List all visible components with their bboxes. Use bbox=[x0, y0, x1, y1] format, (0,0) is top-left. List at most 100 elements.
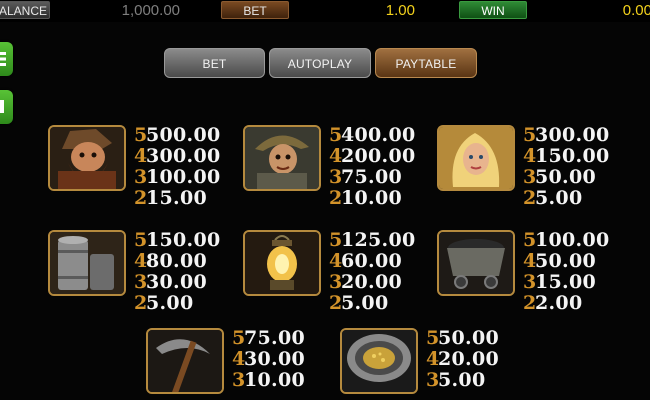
pay-row: 460.00 bbox=[329, 251, 416, 272]
symbol-count: 3 bbox=[523, 271, 537, 293]
pay-row: 4200.00 bbox=[329, 146, 416, 167]
symbol-count: 4 bbox=[134, 145, 148, 167]
symbol-count: 5 bbox=[523, 124, 537, 146]
payout-amount: 5.00 bbox=[535, 187, 583, 209]
payout-amount: 50.00 bbox=[438, 327, 499, 349]
pay-row: 5100.00 bbox=[523, 230, 610, 251]
symbol-count: 4 bbox=[232, 348, 246, 370]
payout-amount: 100.00 bbox=[535, 229, 610, 251]
payout-amount: 15.00 bbox=[535, 271, 596, 293]
pay-row: 320.00 bbox=[329, 272, 416, 293]
symbol-count: 2 bbox=[523, 187, 537, 209]
symbol-count: 4 bbox=[523, 250, 537, 272]
pay-row: 5125.00 bbox=[329, 230, 416, 251]
symbol-count: 4 bbox=[426, 348, 440, 370]
symbol-count: 3 bbox=[329, 271, 343, 293]
pay-row: 310.00 bbox=[232, 370, 305, 391]
symbol-count: 2 bbox=[329, 292, 343, 314]
payout-amount: 500.00 bbox=[146, 124, 221, 146]
symbol-count: 4 bbox=[329, 145, 343, 167]
payout-amount: 5.00 bbox=[438, 369, 486, 391]
miner-with-hat-icon bbox=[243, 125, 321, 191]
bearded-miner-icon bbox=[48, 125, 126, 191]
tab-autoplay[interactable]: AUTOPLAY bbox=[269, 48, 371, 78]
payout-amount: 300.00 bbox=[146, 145, 221, 167]
symbol-count: 5 bbox=[232, 327, 246, 349]
pay-row: 4300.00 bbox=[134, 146, 221, 167]
gold-pan-icon bbox=[340, 328, 418, 394]
payout-amount: 150.00 bbox=[146, 229, 221, 251]
payout-amount: 10.00 bbox=[244, 369, 305, 391]
payout-amount: 20.00 bbox=[438, 348, 499, 370]
pay-row: 35.00 bbox=[426, 370, 499, 391]
payout-amount: 30.00 bbox=[244, 348, 305, 370]
symbol-count: 3 bbox=[329, 166, 343, 188]
payout-amount: 5.00 bbox=[146, 292, 194, 314]
balance-label: ALANCE bbox=[0, 1, 50, 19]
coal-mine-cart-icon bbox=[437, 230, 515, 296]
symbol-count: 5 bbox=[523, 229, 537, 251]
payout-amount: 300.00 bbox=[535, 124, 610, 146]
payout-amount: 100.00 bbox=[146, 166, 221, 188]
payout-amount: 80.00 bbox=[146, 250, 207, 272]
pay-row: 5400.00 bbox=[329, 125, 416, 146]
payout-amount: 5.00 bbox=[341, 292, 389, 314]
payout-amount: 30.00 bbox=[146, 271, 207, 293]
payout-amount: 200.00 bbox=[341, 145, 416, 167]
tab-bet[interactable]: BET bbox=[164, 48, 265, 78]
add-tab[interactable] bbox=[0, 90, 13, 124]
bet-value: 1.00 bbox=[385, 2, 415, 19]
payout-amount: 150.00 bbox=[535, 145, 610, 167]
symbol-count: 3 bbox=[426, 369, 440, 391]
pay-row: 420.00 bbox=[426, 349, 499, 370]
pay-row: 5300.00 bbox=[523, 125, 610, 146]
symbol-count: 4 bbox=[329, 250, 343, 272]
payout-amount: 50.00 bbox=[535, 250, 596, 272]
symbol-count: 5 bbox=[329, 124, 343, 146]
oil-lantern-icon bbox=[243, 230, 321, 296]
blonde-woman-icon bbox=[437, 125, 515, 191]
pay-row: 25.00 bbox=[134, 293, 221, 314]
top-bar: ALANCE 1,000.00 BET 1.00 WIN 0.00 bbox=[0, 0, 650, 22]
pay-row: 550.00 bbox=[426, 328, 499, 349]
payout-amount: 75.00 bbox=[341, 166, 402, 188]
pay-row: 22.00 bbox=[523, 293, 610, 314]
pay-row: 450.00 bbox=[523, 251, 610, 272]
payout-amount: 400.00 bbox=[341, 124, 416, 146]
symbol-count: 2 bbox=[134, 187, 148, 209]
pay-row: 215.00 bbox=[134, 188, 221, 209]
pay-row: 25.00 bbox=[329, 293, 416, 314]
symbol-count: 3 bbox=[134, 166, 148, 188]
win-value: 0.00 bbox=[622, 2, 650, 19]
menu-tab[interactable] bbox=[0, 42, 13, 76]
pay-row: 480.00 bbox=[134, 251, 221, 272]
tab-paytable[interactable]: PAYTABLE bbox=[375, 48, 477, 78]
pay-row: 375.00 bbox=[329, 167, 416, 188]
payout-amount: 15.00 bbox=[146, 187, 207, 209]
plus-icon bbox=[0, 100, 6, 113]
pay-row: 5500.00 bbox=[134, 125, 221, 146]
balance-value: 1,000.00 bbox=[121, 2, 180, 19]
pay-row: 3100.00 bbox=[134, 167, 221, 188]
pay-row: 4150.00 bbox=[523, 146, 610, 167]
pay-row: 210.00 bbox=[329, 188, 416, 209]
payout-amount: 50.00 bbox=[535, 166, 596, 188]
payout-amount: 60.00 bbox=[341, 250, 402, 272]
pickaxe-icon bbox=[146, 328, 224, 394]
payout-amount: 125.00 bbox=[341, 229, 416, 251]
bet-label: BET bbox=[221, 1, 289, 19]
pay-row: 315.00 bbox=[523, 272, 610, 293]
symbol-count: 5 bbox=[426, 327, 440, 349]
symbol-count: 3 bbox=[134, 271, 148, 293]
payout-amount: 2.00 bbox=[535, 292, 583, 314]
pay-row: 25.00 bbox=[523, 188, 610, 209]
payout-amount: 20.00 bbox=[341, 271, 402, 293]
symbol-count: 2 bbox=[523, 292, 537, 314]
pay-row: 330.00 bbox=[134, 272, 221, 293]
symbol-count: 5 bbox=[329, 229, 343, 251]
symbol-count: 5 bbox=[134, 124, 148, 146]
symbol-count: 2 bbox=[134, 292, 148, 314]
pay-row: 350.00 bbox=[523, 167, 610, 188]
symbol-count: 3 bbox=[523, 166, 537, 188]
symbol-count: 4 bbox=[134, 250, 148, 272]
